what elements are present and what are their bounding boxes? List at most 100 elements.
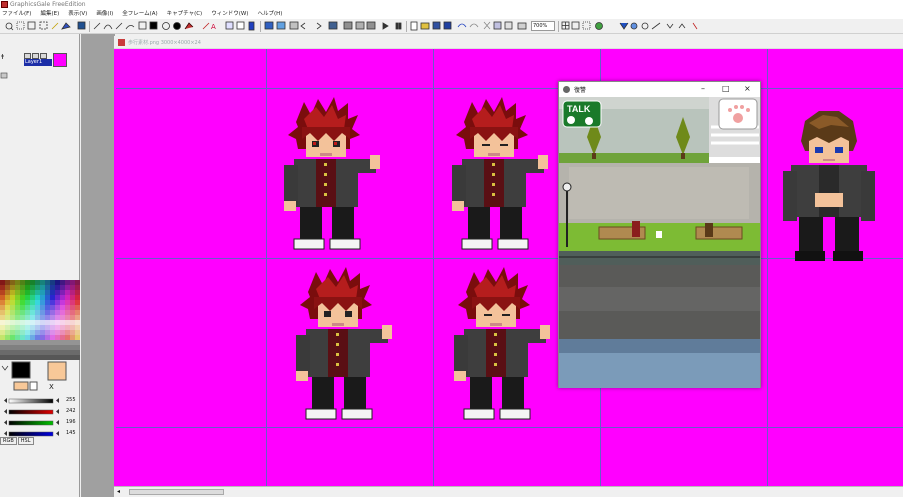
canvas-window-title-bar: 歩行素材.png 3000×4000×24 xyxy=(114,36,903,49)
slider-a-value: 145 xyxy=(66,430,76,436)
grid-line xyxy=(116,88,903,89)
close-button[interactable]: × xyxy=(744,84,751,93)
game-scene[interactable]: TALK xyxy=(559,97,760,388)
menu-view[interactable]: 表示(V) xyxy=(68,10,87,19)
redo-icon xyxy=(469,23,479,28)
slider-g-value: 242 xyxy=(66,408,76,414)
lasso-icon xyxy=(641,22,649,30)
line-icon xyxy=(115,22,123,30)
app-title: GraphicsGale FreeEdition xyxy=(10,1,86,8)
background-swatch xyxy=(47,361,67,381)
app-title-bar: GraphicsGale FreeEdition xyxy=(0,0,903,10)
slider-b[interactable]: 196 xyxy=(3,418,80,427)
cut-icon xyxy=(483,21,491,30)
grid-line xyxy=(266,49,267,486)
grid-settings-icon xyxy=(571,21,580,30)
copy-sel-icon xyxy=(493,21,502,30)
game-window: 復讐 – □ × TALK xyxy=(558,81,761,388)
horizontal-scrollbar[interactable]: ◂ xyxy=(114,486,903,497)
select-color-icon xyxy=(630,22,638,30)
game-icon xyxy=(563,86,570,93)
gradient-icon xyxy=(248,21,255,31)
app-icon xyxy=(1,1,8,8)
mdi-background xyxy=(81,34,115,497)
paste-icon xyxy=(236,21,245,30)
svg-text:X: X xyxy=(49,383,54,391)
grid-line xyxy=(767,49,768,486)
pixel-grid-icon xyxy=(582,21,591,30)
preview-icon xyxy=(595,22,603,30)
menu-help[interactable]: ヘルプ(H) xyxy=(257,10,282,19)
save-as-icon xyxy=(443,21,452,30)
tab-rgb[interactable]: RGB xyxy=(0,437,17,445)
save-icon xyxy=(432,21,441,30)
fill-bucket-icon xyxy=(184,22,194,30)
color-selector: X xyxy=(0,360,80,394)
menu-file[interactable]: ファイル(F) xyxy=(2,10,31,19)
game-window-title-bar: 復讐 – □ × xyxy=(559,82,760,97)
slider-r[interactable]: 255 xyxy=(3,396,80,405)
slider-g[interactable]: 242 xyxy=(3,407,80,416)
menu-edit[interactable]: 編集(E) xyxy=(40,10,59,19)
text-tool-icon: A xyxy=(211,23,216,31)
sprite-red-hair-4 xyxy=(454,267,550,420)
play-icon xyxy=(382,22,389,30)
toolbar: A 700% xyxy=(0,19,903,34)
layers-panel: Layer1 xyxy=(0,50,80,78)
clipboard-icon xyxy=(517,22,527,30)
game-scene-art: TALK xyxy=(559,97,760,388)
select-free-icon xyxy=(651,22,661,30)
sprite-red-hair-2 xyxy=(452,97,548,250)
filled-rect-icon xyxy=(149,21,158,30)
crop-icon xyxy=(355,21,365,30)
copy-icon xyxy=(225,21,234,30)
frame-icon xyxy=(264,21,274,30)
pencil-icon xyxy=(51,22,59,30)
toolbar-icons[interactable]: A xyxy=(0,19,903,34)
scroll-left-arrow-icon[interactable]: ◂ xyxy=(117,488,120,495)
magic-wand-icon xyxy=(619,22,629,30)
menu-all-frames[interactable]: 全フレーム(A) xyxy=(122,10,157,19)
scroll-thumb[interactable] xyxy=(129,489,224,495)
image-icon xyxy=(118,39,125,46)
menu-capture[interactable]: キャプチャ(C) xyxy=(167,10,203,19)
color-mode-tabs: RGB HSL xyxy=(0,437,35,445)
minimize-button[interactable]: – xyxy=(701,84,705,93)
brush-icon xyxy=(93,22,101,30)
talk-label: TALK xyxy=(567,104,591,114)
zoom-select[interactable]: 700% xyxy=(531,21,555,31)
move-icon xyxy=(27,21,36,30)
filled-ellipse-icon xyxy=(173,22,181,30)
frames-icon xyxy=(276,21,286,30)
slider-b-value: 196 xyxy=(66,419,76,425)
maximize-button[interactable]: □ xyxy=(722,84,730,93)
paw-icon xyxy=(733,113,743,123)
slider-r-value: 255 xyxy=(66,397,76,403)
menu-image[interactable]: 画像(I) xyxy=(96,10,113,19)
rgb-sliders: 255 242 196 145 xyxy=(0,396,80,440)
fill-icon xyxy=(61,22,71,30)
layer-thumbnail[interactable] xyxy=(53,53,67,67)
color-swatches[interactable]: X xyxy=(0,360,80,394)
frame-props-icon xyxy=(328,21,338,30)
left-panel: Layer1 X 255 242 196 145 RGB HSL xyxy=(0,34,80,497)
color-palette[interactable] xyxy=(0,280,80,360)
onion-icon xyxy=(289,21,299,30)
paint-icon[interactable] xyxy=(0,72,10,80)
sprite-red-hair-3 xyxy=(296,267,392,420)
menu-window[interactable]: ウィンドウ(W) xyxy=(211,10,248,19)
sprite-red-hair-1 xyxy=(284,97,380,250)
layer-row[interactable]: Layer1 xyxy=(24,59,52,66)
next-frame-icon xyxy=(316,22,322,30)
rect-icon xyxy=(138,21,147,30)
pause-icon xyxy=(395,22,399,30)
new-file-icon xyxy=(410,21,418,31)
down-icon xyxy=(666,23,674,29)
drawing-canvas[interactable] xyxy=(116,49,903,486)
tab-hsl[interactable]: HSL xyxy=(17,437,34,445)
undo-icon xyxy=(457,23,467,28)
rotate-icon xyxy=(366,21,376,30)
grid-line xyxy=(433,49,434,486)
select-all-icon xyxy=(39,21,48,30)
eraser-icon xyxy=(202,22,210,30)
